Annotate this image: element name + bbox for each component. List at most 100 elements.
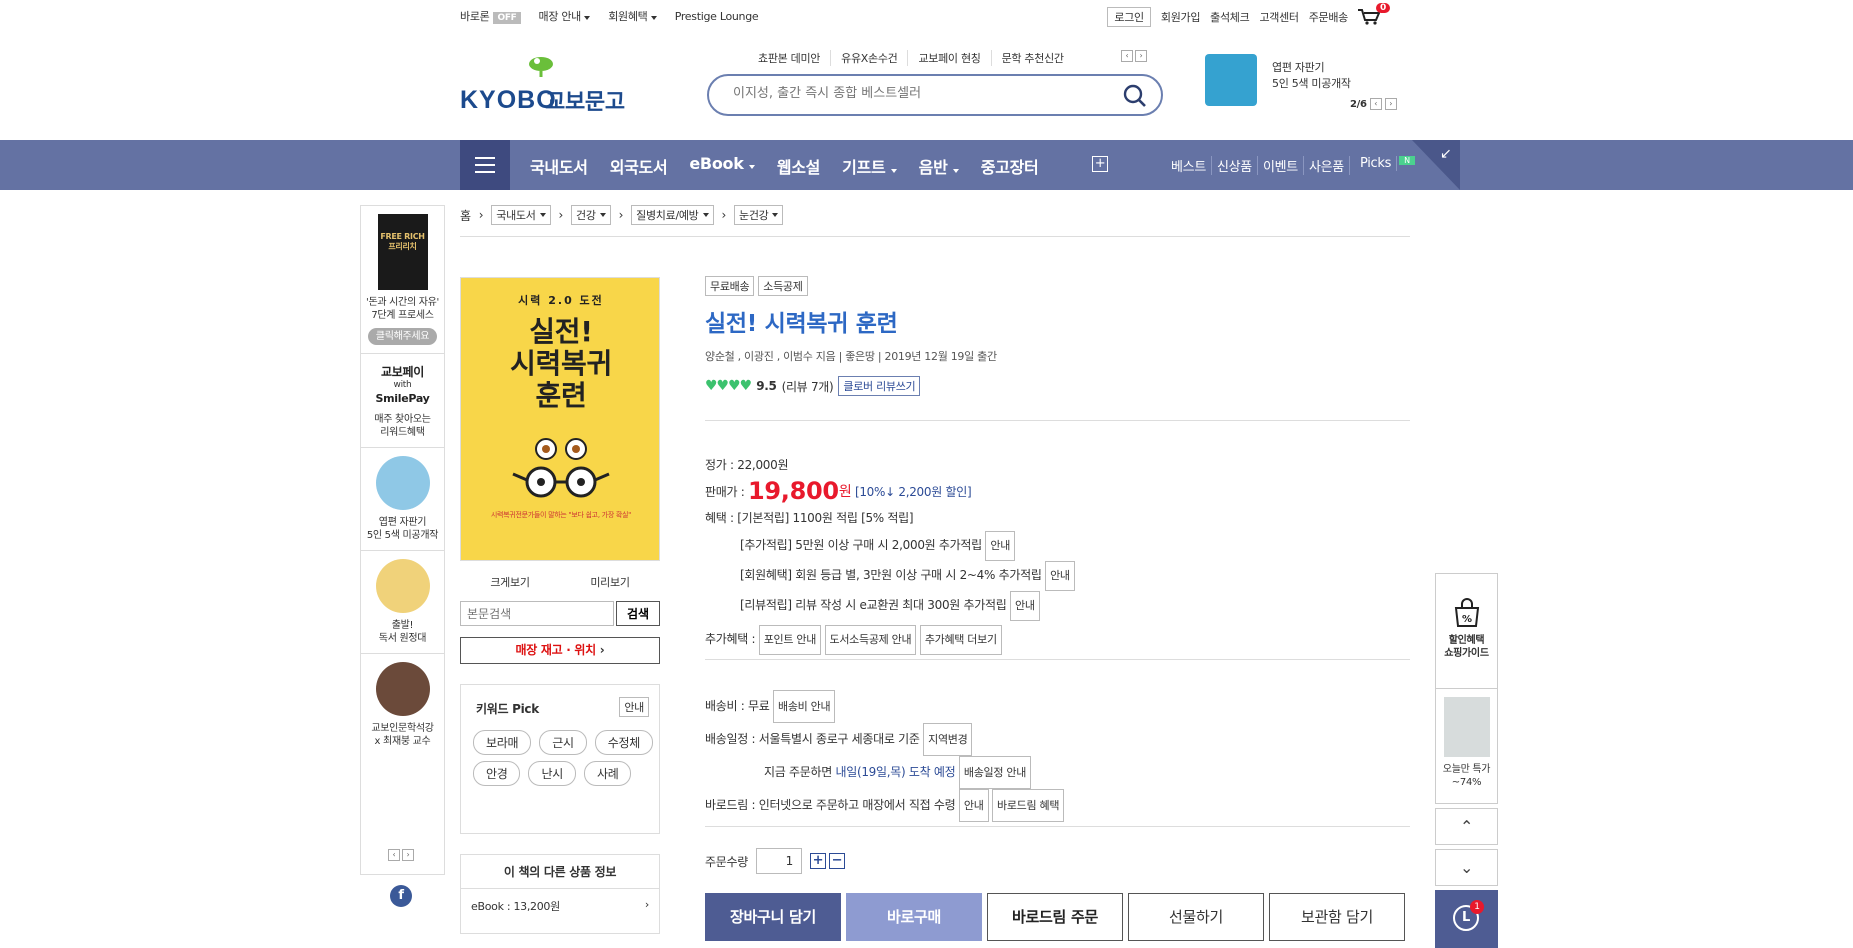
all-categories-button[interactable] <box>460 140 510 190</box>
nav-ebook[interactable]: eBook <box>689 154 755 178</box>
keyword-chip[interactable]: 수정체 <box>594 730 653 755</box>
chevron-down-icon <box>772 213 779 217</box>
cart-button[interactable]: 0 <box>1358 3 1390 25</box>
chevron-right-icon: › <box>558 208 564 222</box>
side-book-ad[interactable]: FREE RICH 프리리치 '돈과 시간의 자유' 7단계 프로세스 클릭해주… <box>361 206 444 354</box>
plus-icon[interactable]: + <box>1092 156 1108 172</box>
tax-info-button[interactable]: 도서소득공제 안내 <box>824 625 917 655</box>
click-button[interactable]: 클릭해주세요 <box>367 328 438 345</box>
order-delivery-link[interactable]: 주문배송 <box>1309 9 1349 25</box>
nav-used-market[interactable]: 중고장터 <box>981 154 1039 178</box>
nav-freebie[interactable]: 사은품 <box>1304 156 1350 175</box>
signup-link[interactable]: 회원가입 <box>1161 9 1201 25</box>
keyword-info-button[interactable]: 안내 <box>619 697 649 717</box>
search-input[interactable] <box>733 86 1113 101</box>
info-button[interactable]: 안내 <box>1010 591 1040 621</box>
info-button[interactable]: 안내 <box>1045 561 1075 591</box>
hot-keyword[interactable]: 교보페이 현칭 <box>908 50 992 66</box>
eye-icon <box>565 438 587 460</box>
ebook-link[interactable]: eBook : 13,200원 › <box>461 889 659 923</box>
inbook-search-input[interactable] <box>460 601 614 626</box>
hot-keyword[interactable]: 쵸판본 데미안 <box>748 50 832 66</box>
login-button[interactable]: 로그인 <box>1107 7 1151 27</box>
shipping-fee-info-button[interactable]: 배송비 안내 <box>773 690 836 723</box>
chevron-right-icon[interactable]: › <box>1135 50 1147 62</box>
barodrim-order-button[interactable]: 바로드림 주문 <box>987 893 1123 941</box>
barodrim-benefit-button[interactable]: 바로드림 혜택 <box>992 789 1065 822</box>
side-reading-ad[interactable]: 출발! 독서 원정대 <box>361 551 444 654</box>
promo-pager: 2/6 ‹ › <box>1350 98 1397 110</box>
chevron-right-icon[interactable]: › <box>1384 98 1397 110</box>
chevron-right-icon[interactable]: › <box>402 849 414 861</box>
nav-domestic-books[interactable]: 국내도서 <box>530 154 588 178</box>
scroll-bottom-button[interactable]: ⌄ <box>1435 849 1498 886</box>
header-promo-banner[interactable]: 엽편 자판기 5인 5색 미공개작 2/6 ‹ › <box>1205 54 1405 114</box>
svg-text:%: % <box>1462 614 1472 625</box>
more-benefit-button[interactable]: 추가혜택 더보기 <box>919 625 1002 655</box>
nav-web-novel[interactable]: 웹소설 <box>777 154 821 178</box>
store-info-link[interactable]: 매장 안내 <box>539 8 591 24</box>
search-icon[interactable] <box>1123 84 1147 108</box>
keyword-chip[interactable]: 보라매 <box>473 730 532 755</box>
nav-event[interactable]: 이벤트 <box>1258 156 1304 175</box>
gift-button[interactable]: 선물하기 <box>1128 893 1264 941</box>
write-review-button[interactable]: 클로버 리뷰쓰기 <box>838 376 921 396</box>
breadcrumb-level-4[interactable]: 눈건강 <box>734 205 784 225</box>
hot-keyword[interactable]: 문학 추천신간 <box>992 50 1074 66</box>
keyword-chip[interactable]: 안경 <box>473 761 521 786</box>
arrow-collapse-icon[interactable]: ↙ <box>1440 146 1452 162</box>
breadcrumb-level-1[interactable]: 국내도서 <box>491 205 551 225</box>
customer-center-link[interactable]: 고객센터 <box>1259 9 1299 25</box>
chevron-left-icon[interactable]: ‹ <box>388 849 400 861</box>
authors-link[interactable]: 양순철 , 이광진 , 이범수 지음 <box>705 350 836 363</box>
book-cover[interactable]: 시력 2.0 도전 실전! 시력복귀 훈련 시력복귀전문가들이 말하는 "보다 쉽고… <box>460 277 660 561</box>
inbook-search-button[interactable]: 검색 <box>616 601 660 626</box>
keyword-chip[interactable]: 근시 <box>539 730 587 755</box>
hot-keyword[interactable]: 유유X손수건 <box>831 50 909 66</box>
side-vending-ad[interactable]: 엽편 자판기 5인 5색 미공개작 <box>361 448 444 551</box>
zoom-link[interactable]: 크게보기 <box>490 574 530 590</box>
baro-toggle[interactable]: 바로론 OFF <box>460 8 521 24</box>
point-info-button[interactable]: 포인트 안내 <box>758 625 822 655</box>
kyobo-logo[interactable]: KYOBO 교보문고 <box>460 55 640 115</box>
buy-now-button[interactable]: 바로구매 <box>846 893 982 941</box>
prestige-lounge-link[interactable]: Prestige Lounge <box>675 10 759 23</box>
region-change-button[interactable]: 지역변경 <box>923 723 973 756</box>
keyword-chip[interactable]: 난시 <box>528 761 576 786</box>
add-to-cart-button[interactable]: 장바구니 담기 <box>705 893 841 941</box>
chevron-left-icon[interactable]: ‹ <box>1121 50 1133 62</box>
facebook-icon[interactable]: f <box>390 885 412 907</box>
recent-viewed-button[interactable]: L 1 <box>1435 890 1498 948</box>
today-deal-button[interactable]: 오늘만 특가 ~74% <box>1435 689 1498 804</box>
review-count[interactable]: (리뷰 7개) <box>782 378 834 395</box>
right-side-quick-menu: % 할인혜택 쇼핑가이드 오늘만 특가 ~74% ⌃ ⌄ L 1 <box>1435 573 1498 948</box>
nav-picks[interactable]: Picks N <box>1350 156 1420 175</box>
breadcrumb-level-3[interactable]: 질병치료/예방 <box>631 205 714 225</box>
info-button[interactable]: 안내 <box>985 531 1016 561</box>
breadcrumb-home[interactable]: 홈 <box>460 207 471 224</box>
nav-new[interactable]: 신상품 <box>1212 156 1258 175</box>
minus-icon[interactable]: − <box>828 853 845 869</box>
scroll-top-button[interactable]: ⌃ <box>1435 808 1498 845</box>
preview-link[interactable]: 미리보기 <box>590 574 630 590</box>
side-lecture-ad[interactable]: 교보인문학석강 x 최재붕 교수 <box>361 654 444 756</box>
nav-gift[interactable]: 기프트 <box>842 154 897 178</box>
nav-foreign-books[interactable]: 외국도서 <box>610 154 668 178</box>
member-benefit-link[interactable]: 회원혜택 <box>608 8 657 24</box>
plus-icon[interactable]: + <box>809 853 826 869</box>
schedule-info-button[interactable]: 배송일정 안내 <box>958 756 1032 789</box>
info-button[interactable]: 안내 <box>958 789 989 822</box>
chevron-left-icon[interactable]: ‹ <box>1369 98 1382 110</box>
store-stock-button[interactable]: 매장 재고 · 위치 › <box>460 637 660 664</box>
keyword-chip[interactable]: 사례 <box>583 761 632 786</box>
breadcrumb-level-2[interactable]: 건강 <box>571 205 611 225</box>
shopping-guide-button[interactable]: % 할인혜택 쇼핑가이드 <box>1435 573 1498 689</box>
publisher-link[interactable]: 좋은땅 <box>845 350 875 363</box>
quantity-input[interactable]: 1 <box>755 848 802 874</box>
nav-best[interactable]: 베스트 <box>1166 156 1212 175</box>
chevron-right-icon: › <box>478 208 484 222</box>
nav-music[interactable]: 음반 <box>919 154 959 178</box>
attendance-link[interactable]: 출석체크 <box>1210 9 1250 25</box>
wishlist-button[interactable]: 보관함 담기 <box>1269 893 1405 941</box>
side-kyobopay-ad[interactable]: 교보페이 with SmilePay 매주 찾아오는 리워드혜택 <box>361 354 444 448</box>
